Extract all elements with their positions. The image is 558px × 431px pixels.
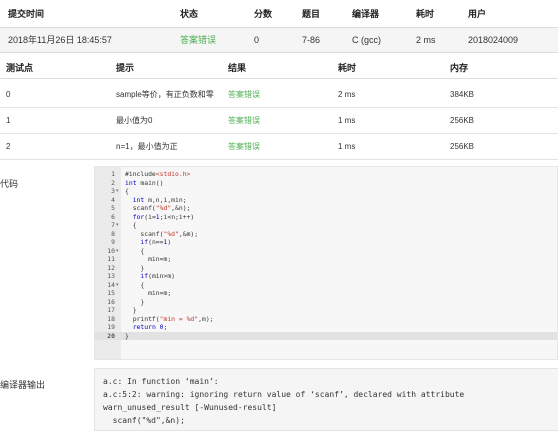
testcase-result: 答案错误 (228, 142, 260, 151)
code-line: { (125, 221, 137, 229)
col-user: 用户 (468, 9, 487, 19)
code-line: } (125, 297, 145, 306)
line-number: 16 (107, 297, 115, 306)
line-number: 11 (107, 255, 115, 263)
code-line: int m,n,i,min; (132, 195, 187, 204)
testcase-time: 2 ms (338, 90, 356, 99)
compiler-output-line: a.c: In function ‘main’: (103, 377, 219, 386)
code-line: #include<stdio.h> (125, 170, 191, 178)
code-section-label: 代码 (0, 179, 19, 189)
code-line: min=m; (125, 255, 172, 263)
col-duration: 耗时 (416, 9, 435, 19)
fold-toggle-icon[interactable]: ▾ (116, 187, 119, 196)
col-memory: 内存 (450, 63, 469, 73)
duration-value: 2 ms (416, 35, 436, 45)
testcase-hint: n=1，最小值为正 (116, 142, 178, 151)
line-number: 1 (111, 170, 115, 178)
testcase-id: 0 (6, 90, 11, 99)
testcase-hint: sample等价，有正负数和零 (116, 90, 214, 99)
col-compiler: 编译器 (352, 9, 380, 19)
code-line: printf("min = %d",m); (125, 314, 214, 323)
line-number: 8 (111, 229, 115, 238)
code-line: } (125, 306, 137, 314)
testcase-result: 答案错误 (228, 116, 260, 125)
line-number: 12 (107, 263, 115, 272)
compiler-output-line: warn_unused_result [-Wunused-result] (103, 403, 277, 412)
table-row: 1 最小值为0 答案错误 1 ms 256KB (0, 107, 558, 134)
score-value: 0 (254, 35, 260, 45)
col-problem: 题目 (302, 9, 321, 19)
line-number: 14 (107, 280, 115, 289)
line-number: 5 (111, 204, 115, 212)
submit-time: 2018年11月26日 18:45:57 (8, 35, 112, 45)
line-number: 4 (111, 195, 115, 204)
testcase-id: 1 (6, 116, 11, 125)
user-link[interactable]: 2018024009 (468, 34, 518, 46)
code-line: { (125, 187, 129, 195)
col-score: 分数 (254, 9, 273, 19)
col-time: 耗时 (338, 63, 357, 73)
testcase-hint: 最小值为0 (116, 116, 153, 125)
fold-toggle-icon[interactable]: ▾ (116, 221, 119, 230)
table-row: 2 n=1，最小值为正 答案错误 1 ms 256KB (0, 133, 558, 160)
line-number: 20 (107, 331, 115, 340)
testcase-memory: 256KB (450, 116, 475, 125)
fold-toggle-icon[interactable]: ▾ (116, 247, 119, 256)
testcase-id: 2 (6, 142, 11, 151)
testcase-memory: 256KB (450, 142, 475, 151)
col-status: 状态 (180, 9, 199, 19)
line-number: 2 (111, 178, 115, 187)
line-number: 13 (107, 272, 115, 280)
testcase-result: 答案错误 (228, 90, 260, 99)
submission-row: 2018年11月26日 18:45:57 答案错误 0 7-86 C (gcc)… (0, 28, 558, 53)
testcase-time: 1 ms (338, 116, 356, 125)
compiler-output-panel: a.c: In function ‘main’: a.c:5:2: warning… (94, 368, 558, 431)
fold-toggle-icon[interactable]: ▾ (116, 281, 119, 290)
table-row: 0 sample等价，有正负数和零 答案错误 2 ms 384KB (0, 81, 558, 108)
line-number: 17 (107, 306, 115, 314)
col-hint: 提示 (116, 63, 135, 73)
line-number: 6 (111, 212, 115, 221)
code-line: min=m; (125, 289, 172, 297)
code-line: for(i=1;i<n;i++) (132, 212, 195, 221)
line-number: 3 (111, 187, 115, 195)
code-editor[interactable]: 1 #include<stdio.h> 2 int main() 3 ▾{4 int m,… (94, 166, 558, 360)
code-line: return 0; (132, 323, 168, 331)
col-testcase: 测试点 (6, 63, 34, 73)
compiler-value: C (gcc) (352, 35, 381, 45)
compile-output-label: 编译器输出 (0, 380, 46, 390)
compiler-output-line: scanf("%d",&n); (103, 416, 185, 425)
code-line: { (125, 280, 145, 289)
testcase-header-row: 测试点 提示 结果 耗时 内存 (0, 56, 558, 79)
testcase-time: 1 ms (338, 142, 356, 151)
submission-header-row: 提交时间 状态 分数 题目 编译器 耗时 用户 (0, 0, 558, 28)
code-line: if(min>m) (140, 272, 176, 280)
line-number: 15 (107, 289, 115, 297)
submission-table: 提交时间 状态 分数 题目 编译器 耗时 用户 2018年11月26日 18:4… (0, 0, 558, 53)
code-line: scanf("%d",&n); (125, 204, 191, 212)
line-number: 9 (111, 238, 115, 246)
line-number: 7 (111, 221, 115, 229)
problem-link[interactable]: 7-86 (302, 34, 320, 46)
code-line: } (125, 331, 129, 340)
line-number: 19 (107, 323, 115, 331)
col-result: 结果 (228, 63, 247, 73)
line-number: 18 (107, 314, 115, 323)
code-line: if(n==1) (140, 238, 172, 246)
code-line: { (125, 246, 145, 255)
code-line: int main() (125, 178, 164, 187)
status-badge: 答案错误 (180, 35, 217, 45)
compiler-output-line: a.c:5:2: warning: ignoring return value … (103, 390, 465, 399)
col-submit-time: 提交时间 (8, 9, 45, 19)
code-line: } (125, 263, 145, 272)
line-number: 10 (107, 246, 115, 255)
active-line-highlight (95, 331, 557, 340)
code-line: scanf("%d",&m); (125, 229, 199, 238)
testcase-memory: 384KB (450, 90, 475, 99)
